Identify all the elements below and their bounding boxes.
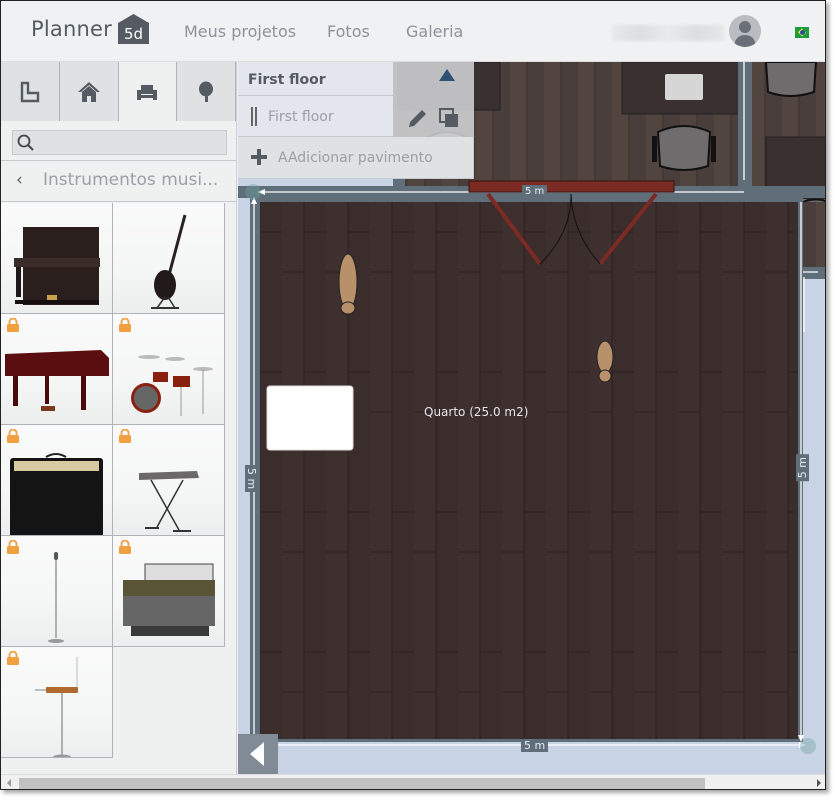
lock-icon [7,318,19,332]
lock-icon [7,540,19,554]
tab-rooms[interactable] [1,62,60,121]
catalog-item-grand-piano[interactable] [1,314,113,425]
add-floor-label: AAdicionar pavimento [278,150,433,166]
catalog-item-accordion[interactable] [113,536,225,647]
lock-icon [119,540,131,554]
room-shape-icon [20,81,40,102]
nav-meus-projetos[interactable]: Meus projetos [184,22,296,41]
lock-icon [7,651,19,665]
scroll-right-arrow-icon[interactable] [817,779,821,787]
office-chair [764,62,818,97]
scroll-left-arrow-icon[interactable] [7,779,11,787]
catalog-item-upright-piano[interactable] [1,203,113,314]
house-icon [77,81,100,102]
tree-icon [199,81,214,102]
catalog-item-microphone-stand[interactable] [1,536,113,647]
pencil-edit-icon[interactable] [407,107,429,129]
plus-icon [251,149,267,165]
top-bar: Planner 5d Meus projetos Fotos Galeria [1,1,825,62]
avatar[interactable] [729,15,761,47]
app-window: Planner 5d Meus projetos Fotos Galeria ‹… [0,0,826,790]
scrollbar-thumb[interactable] [19,778,705,789]
copy-floor-icon[interactable] [438,107,460,129]
catalog-item-drum-kit[interactable] [113,314,225,425]
user-name-blurred[interactable] [612,25,724,41]
lock-icon [119,429,131,443]
lock-icon [119,318,131,332]
catalog-sidebar: ‹ Instrumentos musi... [1,62,237,774]
category-title: Instrumentos musi... [43,170,219,190]
catalog-item-electric-guitar[interactable] [113,203,225,314]
catalog-item-theremin[interactable] [1,647,113,758]
tab-furniture[interactable] [118,62,178,121]
nav-fotos[interactable]: Fotos [327,22,370,41]
electric-guitar-thumbnail [151,214,187,309]
dimension-right: 5 m [796,454,809,482]
add-floor-button[interactable]: AAdicionar pavimento [238,137,474,179]
amplifier-topview[interactable] [266,385,354,451]
tab-construction[interactable] [59,62,119,121]
user-silhouette-icon [734,21,756,47]
dimension-top: 5 m [522,185,548,198]
category-tabs [1,62,236,121]
catalog-item-guitar-amplifier[interactable] [1,425,113,536]
horizontal-scrollbar[interactable] [1,774,825,789]
category-header: ‹ Instrumentos musi... [1,161,236,202]
dog-figure[interactable] [596,340,614,383]
floor-tools [393,62,474,137]
arrow-up-icon[interactable] [438,68,456,82]
brazil-flag-icon[interactable] [795,27,809,38]
collapse-sidebar-button[interactable] [238,734,278,774]
floor-panel-title: First floor [238,62,393,96]
laptop [665,74,703,100]
office-chair [652,125,716,171]
search-input[interactable] [39,133,224,152]
chevron-left-icon[interactable]: ‹ [16,170,23,190]
svg-text:5d: 5d [124,25,143,43]
room-label[interactable]: Quarto (25.0 m2) [424,405,528,419]
floor-panel: First floor First floor AAdicionar pavim… [238,62,474,179]
search-row [1,121,236,161]
search-field[interactable] [12,130,227,155]
dimension-bottom: 5 m [521,739,549,752]
floor-row[interactable]: First floor [238,96,393,137]
logo-badge-icon: 5d [117,13,150,45]
upright-piano-thumbnail [14,227,100,305]
logo[interactable]: Planner 5d [31,13,150,45]
search-icon [17,134,34,151]
furniture-sofa-icon [137,84,158,100]
lock-icon [7,429,19,443]
tab-exterior[interactable] [177,62,236,121]
catalog-item-keyboard-on-stand[interactable] [113,425,225,536]
drag-handle-icon[interactable] [251,107,257,126]
dimension-left: 5 m [245,465,258,493]
logo-text: Planner [31,17,112,41]
floor-name[interactable]: First floor [268,109,334,125]
nav-galeria[interactable]: Galeria [406,22,463,41]
dog-figure[interactable] [338,253,358,315]
